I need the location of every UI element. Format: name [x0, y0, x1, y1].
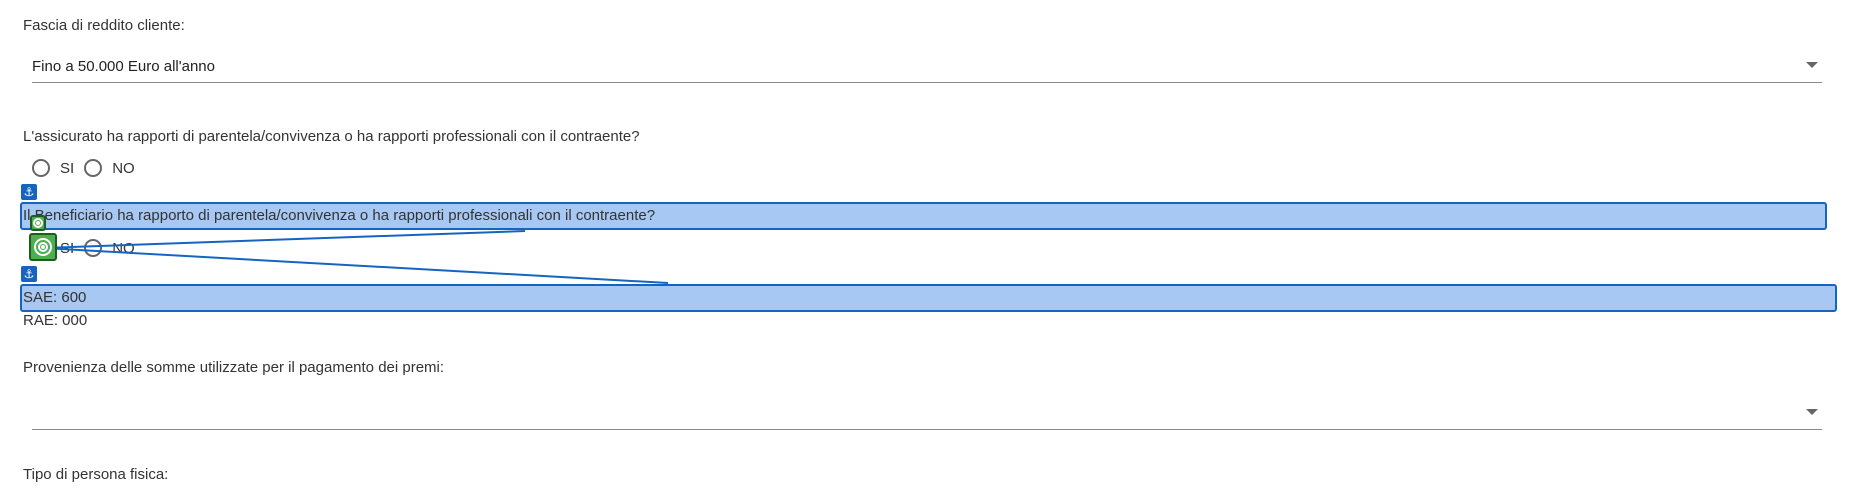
beneficiary-relation-no-radio[interactable]: NO — [84, 239, 135, 257]
beneficiary-relation-question: Il Beneficiario ha rapporto di parentela… — [23, 207, 656, 224]
insured-relation-no-radio[interactable]: NO — [84, 159, 135, 177]
target-icon — [30, 215, 46, 231]
insured-relation-si-radio[interactable]: SI — [32, 159, 74, 177]
form-page: Fascia di reddito cliente: Fino a 50.000… — [0, 0, 1856, 493]
person-type-label: Tipo di persona fisica: — [23, 466, 169, 483]
beneficiary-question-highlight: Il Beneficiario ha rapporto di parentela… — [20, 202, 1827, 230]
income-band-select[interactable]: Fino a 50.000 Euro all'anno — [32, 54, 1822, 83]
income-band-value: Fino a 50.000 Euro all'anno — [32, 58, 215, 75]
sae-highlight: SAE: 600 — [20, 284, 1837, 312]
radio-label-no: NO — [112, 239, 135, 257]
income-band-label: Fascia di reddito cliente: — [23, 17, 185, 34]
dropdown-arrow-icon — [1806, 62, 1818, 68]
dropdown-arrow-icon — [1806, 409, 1818, 415]
radio-label-si: SI — [60, 159, 75, 177]
insured-relation-question: L'assicurato ha rapporti di parentela/co… — [23, 128, 640, 145]
anchor-icon: ⚓ — [21, 266, 37, 282]
radio-label-no: NO — [112, 159, 135, 177]
funds-origin-label: Provenienza delle somme utilizzate per i… — [23, 359, 445, 376]
radio-circle-icon[interactable] — [84, 159, 103, 177]
funds-origin-select[interactable] — [32, 401, 1822, 430]
target-icon[interactable] — [29, 233, 57, 261]
insured-relation-radio-group: SI NO — [32, 156, 145, 180]
radio-circle-icon[interactable] — [84, 239, 103, 257]
sae-text: SAE: 600 — [23, 289, 87, 306]
rae-text: RAE: 000 — [23, 312, 88, 329]
anchor-icon: ⚓ — [21, 184, 37, 200]
radio-circle-icon[interactable] — [32, 159, 50, 177]
radio-label-si: SI — [60, 239, 75, 257]
